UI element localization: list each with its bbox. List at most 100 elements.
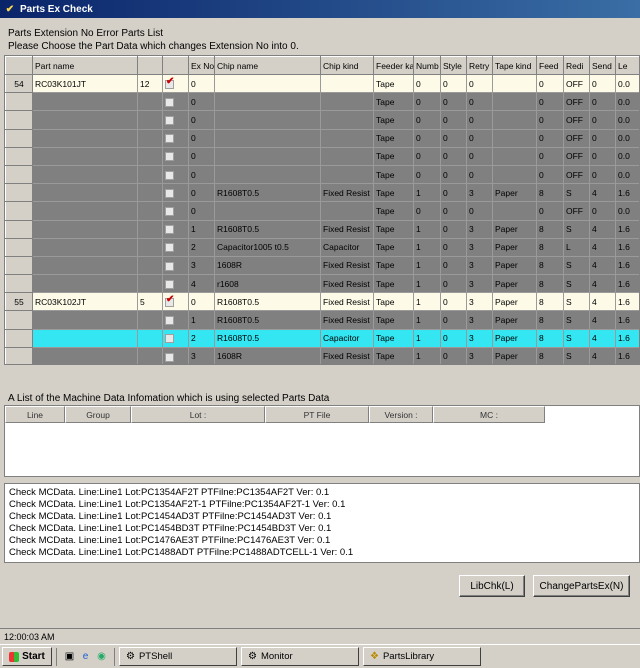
table-row[interactable]: 2 R1608T0.5 Capacitor Tape 1 0 3 Paper 8 S 4 1.6 — [5, 328, 639, 348]
column-header[interactable]: Tape kind — [492, 56, 537, 75]
change-checkbox-cell[interactable] — [162, 328, 189, 348]
task-monitor[interactable]: ⚙ Monitor — [241, 647, 359, 666]
machine-column-header[interactable]: Line — [5, 406, 65, 423]
change-checkbox-cell[interactable] — [162, 346, 189, 364]
change-checkbox[interactable] — [165, 334, 174, 344]
change-checkbox[interactable] — [165, 207, 174, 217]
task-ptshell[interactable]: ⚙ PTShell — [119, 647, 237, 666]
change-checkbox[interactable] — [165, 152, 174, 162]
table-row[interactable]: 0 Tape 0 0 0 0 OFF 0 0.0 — [5, 201, 639, 221]
cell-ex: 0 — [188, 164, 215, 185]
log-panel[interactable]: Check MCData. Line:Line1 Lot:PC1354AF2T … — [4, 483, 640, 563]
machine-column-header[interactable]: PT File — [265, 406, 369, 423]
start-button[interactable]: Start — [2, 647, 52, 666]
column-header[interactable]: Part name — [32, 56, 138, 75]
table-row[interactable]: 0 Tape 0 0 0 0 OFF 0 0.0 — [5, 92, 639, 112]
table-row[interactable]: 3 1608R Fixed Resist Tape 1 0 3 Paper 8 S 4 1.6 — [5, 255, 639, 276]
change-checkbox-cell[interactable] — [162, 274, 189, 294]
change-checkbox-cell[interactable] — [162, 164, 189, 185]
libchk-button[interactable]: LibChk(L) — [459, 575, 525, 597]
table-row[interactable]: 0 Tape 0 0 0 0 OFF 0 0.0 — [5, 164, 639, 185]
row-index[interactable] — [5, 274, 33, 294]
change-parts-ex-button[interactable]: ChangePartsEx(N) — [533, 575, 630, 597]
table-row[interactable]: 0 Tape 0 0 0 0 OFF 0 0.0 — [5, 128, 639, 148]
machine-data-list[interactable]: Line Group Lot : PT File Version : MC : — [4, 405, 640, 477]
change-checkbox-cell[interactable] — [162, 146, 189, 166]
change-checkbox-cell[interactable] — [162, 292, 189, 312]
parts-grid[interactable]: Part name Ex No Chip name Chip kind Feeder k… — [4, 55, 640, 365]
change-checkbox[interactable] — [165, 116, 174, 126]
column-header[interactable]: Ex No — [188, 56, 215, 75]
row-index[interactable] — [5, 201, 33, 221]
change-checkbox-cell[interactable] — [162, 237, 189, 257]
change-checkbox-cell[interactable] — [162, 310, 189, 330]
row-index[interactable] — [5, 310, 33, 330]
column-header[interactable]: Redi — [563, 56, 590, 75]
row-index[interactable]: 55 — [5, 292, 33, 312]
column-header[interactable]: Retry — [466, 56, 493, 75]
row-index[interactable] — [5, 146, 33, 166]
change-checkbox[interactable] — [165, 261, 174, 271]
change-checkbox-cell[interactable] — [162, 92, 189, 112]
change-checkbox[interactable] — [165, 134, 174, 144]
change-checkbox-cell[interactable] — [162, 73, 189, 94]
change-checkbox[interactable] — [165, 316, 174, 326]
column-header[interactable] — [162, 56, 189, 75]
row-index[interactable] — [5, 328, 33, 348]
column-header[interactable] — [5, 56, 33, 75]
row-index[interactable] — [5, 128, 33, 148]
table-row[interactable]: 2 Capacitor1005 t0.5 Capacitor Tape 1 0 3 Paper… — [5, 237, 639, 257]
machine-column-header[interactable]: Group — [65, 406, 131, 423]
column-header[interactable] — [137, 56, 163, 75]
row-index[interactable] — [5, 92, 33, 112]
column-header[interactable]: Send — [589, 56, 616, 75]
change-checkbox[interactable] — [165, 225, 174, 235]
change-checkbox[interactable] — [165, 279, 174, 289]
row-index[interactable] — [5, 110, 33, 130]
column-header[interactable]: Numb — [413, 56, 441, 75]
change-checkbox-cell[interactable] — [162, 110, 189, 130]
task-partslibrary[interactable]: ❖ PartsLibrary — [363, 647, 481, 666]
column-header[interactable]: Le — [615, 56, 639, 75]
change-checkbox[interactable] — [165, 243, 174, 253]
table-row[interactable]: 55RC03K102JT50R1608T0.5Fixed ResistTape1… — [5, 292, 639, 312]
column-header[interactable]: Feed — [536, 56, 564, 75]
table-row[interactable]: 3 1608R Fixed Resist Tape 1 0 3 Paper 8 S 4 1.6 — [5, 346, 639, 364]
table-row[interactable]: 0 Tape 0 0 0 0 OFF 0 0.0 — [5, 146, 639, 166]
row-index[interactable] — [5, 346, 33, 364]
table-row[interactable]: 54RC03K101JT120Tape0000OFF00.0 — [5, 73, 639, 94]
row-index[interactable] — [5, 164, 33, 185]
column-header[interactable]: Chip kind — [320, 56, 374, 75]
column-header[interactable]: Chip name — [214, 56, 321, 75]
change-checkbox[interactable] — [165, 97, 174, 107]
media-icon[interactable]: ◉ — [95, 650, 108, 663]
table-row[interactable]: 1 R1608T0.5 Fixed Resist Tape 1 0 3 Paper 8 S 4 1.6 — [5, 310, 639, 330]
change-checkbox[interactable] — [165, 188, 174, 198]
cell-style: 0 — [440, 219, 467, 239]
column-header[interactable]: Style — [440, 56, 467, 75]
desktop-icon[interactable]: ▣ — [63, 650, 76, 663]
row-index[interactable] — [5, 183, 33, 203]
change-checkbox-cell[interactable] — [162, 183, 189, 203]
change-checkbox-cell[interactable] — [162, 128, 189, 148]
machine-column-header[interactable]: Version : — [369, 406, 433, 423]
table-row[interactable]: 0 R1608T0.5 Fixed Resist Tape 1 0 3 Paper 8 S 4 1.6 — [5, 183, 639, 203]
change-checkbox[interactable] — [165, 76, 174, 89]
change-checkbox[interactable] — [165, 170, 174, 180]
row-index[interactable] — [5, 219, 33, 239]
row-index[interactable] — [5, 255, 33, 276]
change-checkbox-cell[interactable] — [162, 255, 189, 276]
change-checkbox-cell[interactable] — [162, 201, 189, 221]
change-checkbox[interactable] — [165, 294, 174, 307]
machine-column-header[interactable]: Lot : — [131, 406, 265, 423]
column-header[interactable]: Feeder ka — [373, 56, 414, 75]
table-row[interactable]: 4 r1608 Fixed Resist Tape 1 0 3 Paper 8 S 4 1.6 — [5, 274, 639, 294]
table-row[interactable]: 1 R1608T0.5 Fixed Resist Tape 1 0 3 Paper 8 S 4 1.6 — [5, 219, 639, 239]
browser-icon[interactable]: e — [79, 650, 92, 663]
row-index[interactable]: 54 — [5, 73, 33, 94]
row-index[interactable] — [5, 237, 33, 257]
machine-column-header[interactable]: MC : — [433, 406, 545, 423]
change-checkbox[interactable] — [165, 352, 174, 362]
change-checkbox-cell[interactable] — [162, 219, 189, 239]
table-row[interactable]: 0 Tape 0 0 0 0 OFF 0 0.0 — [5, 110, 639, 130]
